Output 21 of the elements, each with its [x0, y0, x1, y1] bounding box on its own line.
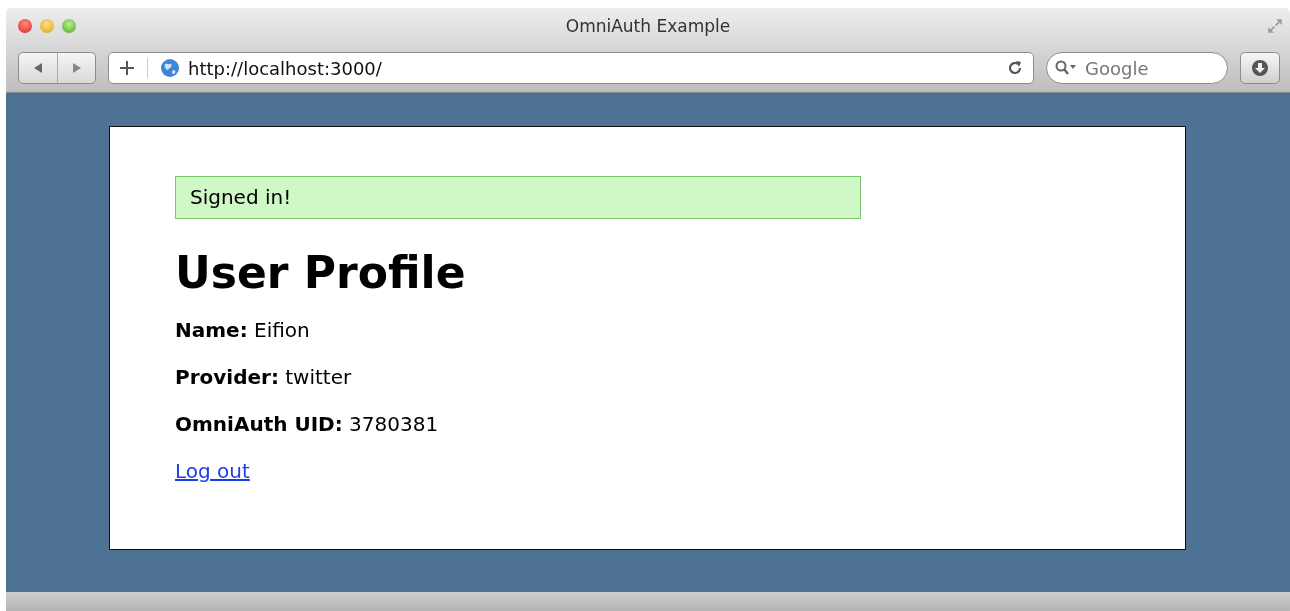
globe-icon — [160, 58, 180, 78]
close-button[interactable] — [18, 19, 32, 33]
reload-icon[interactable] — [1007, 60, 1023, 76]
window-title: OmniAuth Example — [565, 16, 731, 36]
download-icon — [1251, 59, 1269, 77]
page-heading: User Profile — [175, 247, 467, 298]
profile-field: Name: Eifion — [175, 318, 1185, 342]
zoom-button[interactable] — [62, 19, 76, 33]
search-field[interactable]: Google — [1046, 52, 1228, 84]
profile-field: OmniAuth UID: 3780381 — [175, 412, 1185, 436]
downloads-button[interactable] — [1240, 52, 1280, 84]
address-field[interactable]: http://localhost:3000/ — [108, 52, 1034, 84]
right-triangle-icon — [70, 62, 83, 74]
flash-message: Signed in! — [175, 176, 861, 219]
plus-icon[interactable] — [119, 60, 135, 76]
profile-field: Provider: twitter — [175, 365, 1185, 389]
fullscreen-icon[interactable] — [1266, 17, 1284, 35]
logout-link[interactable]: Log out — [175, 459, 250, 483]
search-icon — [1055, 60, 1079, 76]
address-text: http://localhost:3000/ — [188, 57, 383, 79]
left-triangle-icon — [32, 62, 44, 74]
